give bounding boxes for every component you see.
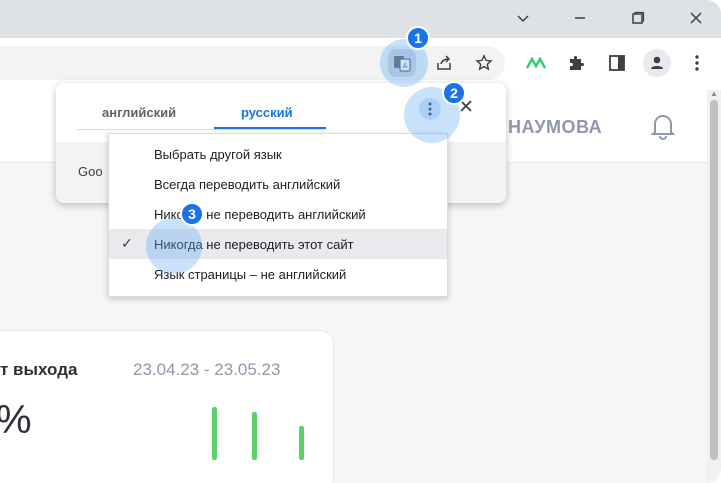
star-icon[interactable] [470, 49, 498, 77]
menu-item-choose-language[interactable]: Выбрать другой язык [109, 139, 447, 169]
puzzle-icon[interactable] [562, 49, 590, 77]
extension-logo-icon[interactable] [522, 49, 550, 77]
tab-divider [76, 129, 326, 130]
card-date-range: 23.04.23 - 23.05.23 [133, 360, 281, 379]
tab-target-language[interactable]: русский [241, 105, 293, 120]
chart-bar [252, 412, 257, 460]
highlight-circle [146, 218, 202, 274]
close-window-icon[interactable] [676, 4, 716, 32]
browser-window: A НАУМОВА ▲ т выхода 23.04.23 - 23.05.23… [0, 0, 721, 483]
tab-search-chevron-icon[interactable] [503, 4, 543, 32]
checkmark-icon: ✓ [121, 235, 133, 251]
scroll-thumb[interactable] [710, 100, 718, 460]
page-scrollbar[interactable]: ▲ [707, 90, 721, 483]
bell-icon[interactable] [650, 112, 676, 145]
chart-bar [299, 426, 304, 460]
stats-card [0, 330, 334, 483]
maximize-icon[interactable] [618, 4, 658, 32]
more-vert-icon[interactable] [683, 49, 711, 77]
share-icon[interactable] [430, 49, 458, 77]
step-badge-2: 2 [442, 81, 466, 105]
profile-icon[interactable] [643, 49, 671, 77]
card-title: т выхода [0, 360, 78, 379]
tab-source-language[interactable]: английский [102, 105, 176, 120]
minimize-icon[interactable] [560, 4, 600, 32]
step-badge-1: 1 [406, 26, 430, 50]
step-badge-3: 3 [180, 202, 204, 226]
user-name: НАУМОВА [508, 117, 603, 137]
sidepanel-icon[interactable] [603, 49, 631, 77]
footer-text: Goo [78, 164, 103, 179]
translate-options-menu: Выбрать другой язык Всегда переводить ан… [108, 133, 448, 297]
menu-item-always-translate[interactable]: Всегда переводить английский [109, 169, 447, 199]
scroll-up-arrow-icon[interactable]: ▲ [710, 90, 718, 98]
title-bar [0, 0, 721, 38]
menu-item-label: Всегда переводить английский [154, 177, 341, 192]
active-tab-indicator [214, 127, 326, 129]
chart-bar [212, 407, 217, 460]
card-value: % [0, 398, 32, 443]
menu-item-label: Выбрать другой язык [154, 147, 282, 162]
